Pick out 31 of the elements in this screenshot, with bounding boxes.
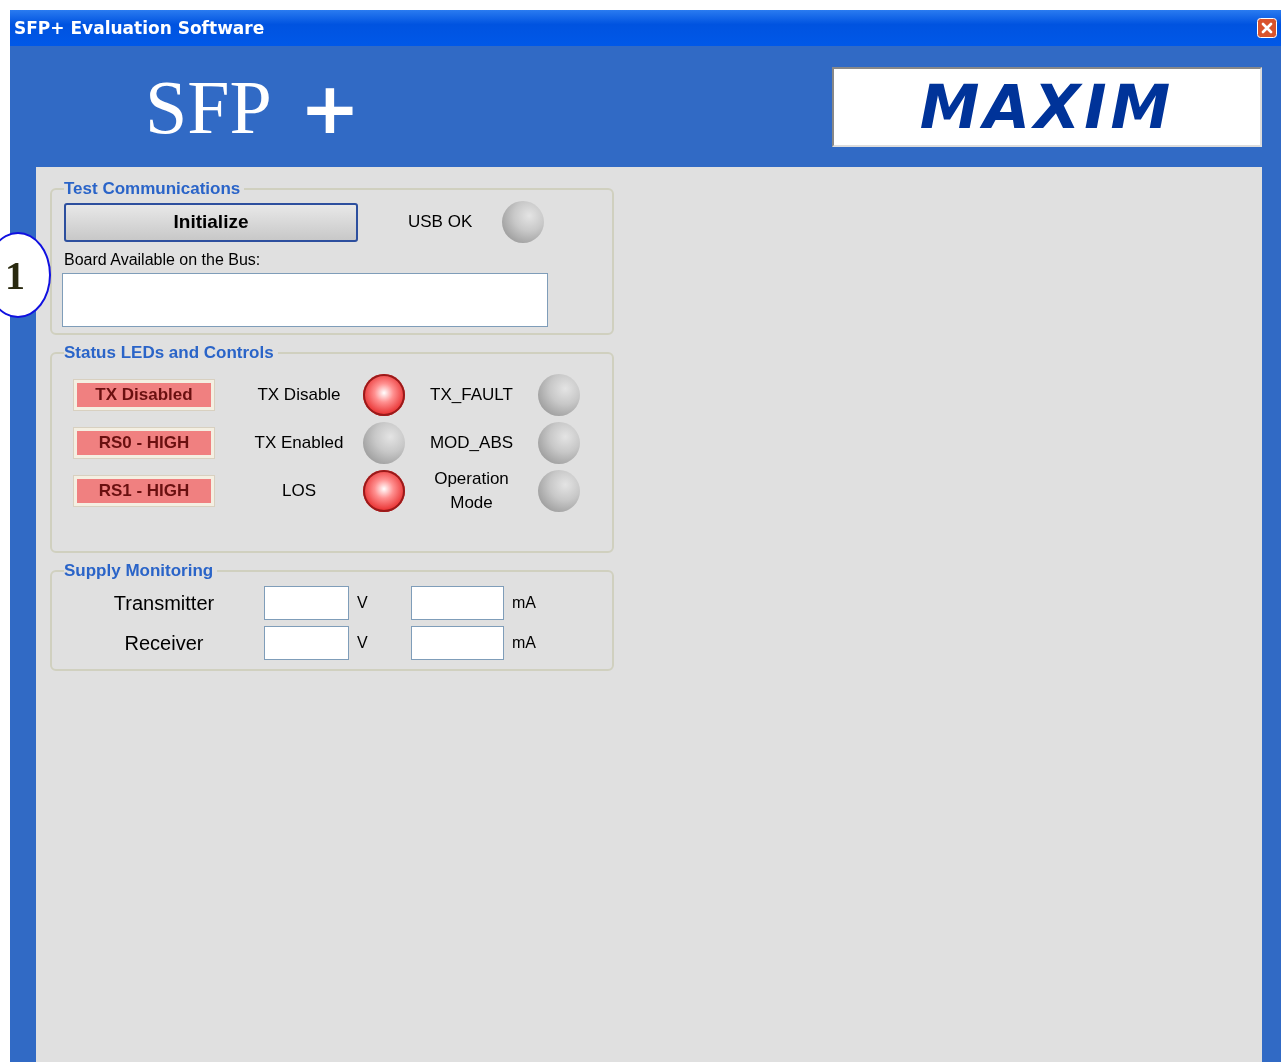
led-label: TX Enabled <box>254 433 344 453</box>
unit-label: mA <box>511 634 537 652</box>
unit-label: V <box>356 634 369 652</box>
led-label: TX_FAULT <box>429 384 514 407</box>
close-icon[interactable] <box>1257 18 1277 38</box>
company-logo: MAXIM <box>832 66 1262 147</box>
field-label: Board Available on the Bus: <box>64 251 262 269</box>
unit-label: mA <box>511 594 537 612</box>
voltage-field[interactable] <box>264 586 349 620</box>
unit-label: V <box>356 594 369 612</box>
group-title: Supply Monitoring <box>64 561 215 581</box>
led-label: Operation Mode <box>433 468 510 514</box>
supply-label: Receiver <box>123 631 205 655</box>
initialize-button[interactable]: Initialize <box>64 202 358 242</box>
current-field[interactable] <box>411 626 504 660</box>
product-title: SFP <box>145 68 272 145</box>
toggle-button[interactable]: RS0 - HIGH <box>74 428 214 458</box>
window-title: SFP+ Evaluation Software <box>14 18 265 38</box>
led-label: LOS <box>282 481 316 501</box>
board-field[interactable] <box>62 273 548 327</box>
group-title: Status LEDs and Controls <box>64 343 275 363</box>
product-suffix: + <box>299 71 361 144</box>
current-field[interactable] <box>411 586 504 620</box>
group-title: Test Communications <box>64 179 242 199</box>
supply-label: Transmitter <box>112 591 216 615</box>
led-label: MOD_ABS <box>428 432 515 455</box>
led-label: TX Disable <box>257 385 341 405</box>
toggle-button[interactable]: TX Disabled <box>74 380 214 410</box>
toggle-button[interactable]: RS1 - HIGH <box>74 476 214 506</box>
led-label: USB OK <box>408 212 473 232</box>
voltage-field[interactable] <box>264 626 349 660</box>
